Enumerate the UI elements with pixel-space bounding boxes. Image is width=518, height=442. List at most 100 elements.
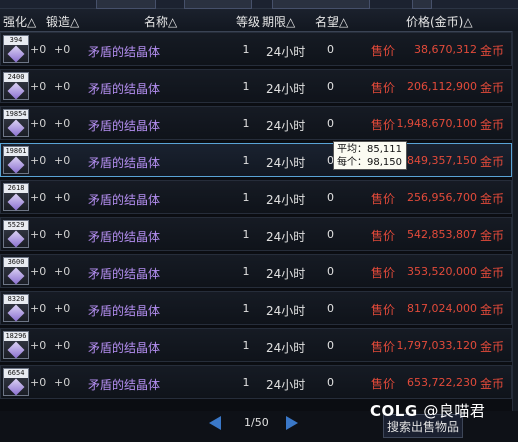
table-row[interactable]: 8320 +0 +0 矛盾的结晶体 1 24小时 0 售价 817,024,000 金币	[0, 291, 512, 325]
prev-page-icon[interactable]	[209, 416, 221, 430]
fame-value: 0	[327, 117, 334, 130]
price-value: 353,520,000	[407, 265, 477, 278]
page-indicator: 1/50	[244, 416, 269, 429]
level-value: 1	[242, 302, 250, 315]
sell-label: 售价	[371, 229, 396, 243]
watermark-brand: COLG	[370, 402, 418, 420]
fame-value: 0	[327, 228, 334, 241]
sell-label: 售价	[371, 81, 396, 95]
sell-label: 售价	[371, 44, 396, 58]
price-value: 1,797,033,120	[396, 339, 477, 352]
strengthen-value: +0	[30, 265, 47, 278]
item-count: 5529	[4, 221, 28, 230]
item-count: 19861	[4, 147, 28, 156]
price-value: 849,357,150	[407, 154, 477, 167]
header-name[interactable]: 名称△	[144, 13, 177, 30]
table-row[interactable]: 5529 +0 +0 矛盾的结晶体 1 24小时 0 售价 542,853,807 金币	[0, 217, 512, 251]
sell-label: 售价	[371, 340, 396, 354]
period-value: 24小时	[266, 82, 306, 96]
tooltip-average: 平均：85,111	[337, 144, 402, 155]
filter-dropdown-2[interactable]	[184, 0, 252, 9]
fame-value: 0	[327, 43, 334, 56]
item-count: 2618	[4, 184, 28, 193]
header-period[interactable]: 期限△	[262, 13, 295, 30]
crystal-icon	[7, 156, 25, 174]
item-icon[interactable]: 2400	[3, 72, 29, 100]
crystal-icon	[7, 230, 25, 248]
forge-value: +0	[54, 339, 71, 352]
price-tooltip: 平均：85,111 每个：98,150	[333, 141, 407, 170]
header-fame[interactable]: 名望△	[315, 13, 348, 30]
strengthen-value: +0	[30, 117, 47, 130]
table-row[interactable]: 6654 +0 +0 矛盾的结晶体 1 24小时 0 售价 653,722,230 金币	[0, 365, 512, 399]
strengthen-value: +0	[30, 376, 47, 389]
crystal-icon	[7, 267, 25, 285]
item-icon[interactable]: 19854	[3, 109, 29, 137]
item-icon[interactable]: 3600	[3, 257, 29, 285]
period-value: 24小时	[266, 193, 306, 207]
item-icon[interactable]: 2618	[3, 183, 29, 211]
price-value: 817,024,000	[407, 302, 477, 315]
item-icon[interactable]: 8320	[3, 294, 29, 322]
item-count: 19854	[4, 110, 28, 119]
strengthen-value: +0	[30, 154, 47, 167]
table-row[interactable]: 2400 +0 +0 矛盾的结晶体 1 24小时 0 售价 206,112,900 金币	[0, 69, 512, 103]
header-price[interactable]: 价格(金币)△	[406, 13, 473, 30]
filter-button[interactable]	[412, 0, 432, 9]
item-count: 3600	[4, 258, 28, 267]
item-icon[interactable]: 394	[3, 35, 29, 63]
header-strengthen[interactable]: 强化△	[3, 13, 36, 30]
item-icon[interactable]: 18296	[3, 331, 29, 359]
strengthen-value: +0	[30, 339, 47, 352]
item-name: 矛盾的结晶体	[88, 378, 161, 392]
forge-value: +0	[54, 265, 71, 278]
price-unit: 金币	[480, 155, 505, 169]
next-page-icon[interactable]	[286, 416, 298, 430]
period-value: 24小时	[266, 156, 306, 170]
filter-dropdown-1[interactable]	[96, 0, 156, 9]
price-unit: 金币	[480, 340, 505, 354]
level-value: 1	[242, 117, 250, 130]
strengthen-value: +0	[30, 191, 47, 204]
table-row[interactable]: 3600 +0 +0 矛盾的结晶体 1 24小时 0 售价 353,520,000 金币	[0, 254, 512, 288]
price-value: 542,853,807	[407, 228, 477, 241]
fame-value: 0	[327, 191, 334, 204]
table-row[interactable]: 19861+0+0矛盾的结晶体124小时0售价849,357,150金币	[0, 143, 512, 177]
strengthen-value: +0	[30, 43, 47, 56]
price-unit: 金币	[480, 44, 505, 58]
forge-value: +0	[54, 191, 71, 204]
table-row[interactable]: 394 +0 +0 矛盾的结晶体 1 24小时 0 售价 38,670,312 金币	[0, 32, 512, 66]
item-icon[interactable]: 19861	[3, 146, 29, 174]
level-value: 1	[242, 80, 250, 93]
fame-value: 0	[327, 265, 334, 278]
header-forge[interactable]: 锻造△	[46, 13, 79, 30]
filter-dropdown-3[interactable]	[272, 0, 370, 9]
forge-value: +0	[54, 376, 71, 389]
crystal-icon	[7, 45, 25, 63]
item-icon[interactable]: 5529	[3, 220, 29, 248]
forge-value: +0	[54, 43, 71, 56]
item-count: 6654	[4, 369, 28, 378]
level-value: 1	[242, 43, 250, 56]
sell-label: 售价	[371, 118, 396, 132]
crystal-icon	[7, 304, 25, 322]
scrollbar[interactable]	[512, 31, 518, 411]
forge-value: +0	[54, 117, 71, 130]
header-level[interactable]: 等级	[236, 13, 260, 30]
item-name: 矛盾的结晶体	[88, 45, 161, 59]
item-name: 矛盾的结晶体	[88, 304, 161, 318]
table-row[interactable]: 2618 +0 +0 矛盾的结晶体 1 24小时 0 售价 256,956,700 金币	[0, 180, 512, 214]
sell-label: 售价	[371, 377, 396, 391]
price-value: 653,722,230	[407, 376, 477, 389]
table-row[interactable]: 18296 +0 +0 矛盾的结晶体 1 24小时 0 售价 1,797,033,120 金币	[0, 328, 512, 362]
price-unit: 金币	[480, 81, 505, 95]
item-count: 394	[4, 36, 28, 45]
strengthen-value: +0	[30, 228, 47, 241]
item-name: 矛盾的结晶体	[88, 193, 161, 207]
item-icon[interactable]: 6654	[3, 368, 29, 396]
price-unit: 金币	[480, 266, 505, 280]
table-row[interactable]: 19854 +0 +0 矛盾的结晶体 1 24小时 0 售价 1,948,670,100 金币	[0, 106, 512, 140]
sell-label: 售价	[371, 303, 396, 317]
sell-label: 售价	[371, 266, 396, 280]
forge-value: +0	[54, 154, 71, 167]
